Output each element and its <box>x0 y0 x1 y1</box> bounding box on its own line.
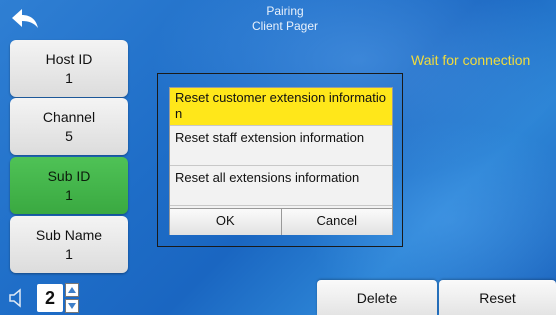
sub-id-button[interactable]: Sub ID 1 <box>10 157 128 214</box>
reset-all-option[interactable]: Reset all extensions information <box>170 168 392 206</box>
arrow-up-icon[interactable] <box>65 283 79 297</box>
sub-name-label: Sub Name <box>35 226 103 243</box>
cancel-button[interactable]: Cancel <box>280 209 392 235</box>
volume-value[interactable]: 2 <box>37 284 63 312</box>
channel-button[interactable]: Channel 5 <box>10 98 128 155</box>
sub-name-value: 1 <box>65 245 73 262</box>
dialog-buttons: OK Cancel <box>170 208 392 235</box>
reset-button[interactable]: Reset <box>439 280 556 315</box>
back-arrow-icon[interactable] <box>8 6 42 32</box>
reset-dialog: Reset customer extension information Res… <box>170 88 392 235</box>
sub-name-button[interactable]: Sub Name 1 <box>10 216 128 273</box>
delete-button[interactable]: Delete <box>317 280 437 315</box>
ok-button[interactable]: OK <box>170 209 281 235</box>
pairing-screen: Pairing Client Pager Wait for connection… <box>0 0 556 315</box>
host-id-button[interactable]: Host ID 1 <box>10 40 128 97</box>
volume-spinner <box>65 283 79 313</box>
header-title: Pairing Client Pager <box>200 4 370 34</box>
connection-status: Wait for connection <box>411 52 531 68</box>
host-id-value: 1 <box>65 69 73 86</box>
sub-id-label: Sub ID <box>47 167 91 184</box>
sub-id-value: 1 <box>65 186 73 203</box>
arrow-down-icon[interactable] <box>65 299 79 313</box>
page-subtitle: Client Pager <box>251 19 319 33</box>
host-id-label: Host ID <box>45 50 93 67</box>
reset-customer-option[interactable]: Reset customer extension information <box>170 88 392 126</box>
page-title: Pairing <box>266 4 304 18</box>
speaker-icon <box>8 288 26 308</box>
channel-label: Channel <box>42 108 96 125</box>
channel-value: 5 <box>65 127 73 144</box>
reset-staff-option[interactable]: Reset staff extension information <box>170 128 392 166</box>
